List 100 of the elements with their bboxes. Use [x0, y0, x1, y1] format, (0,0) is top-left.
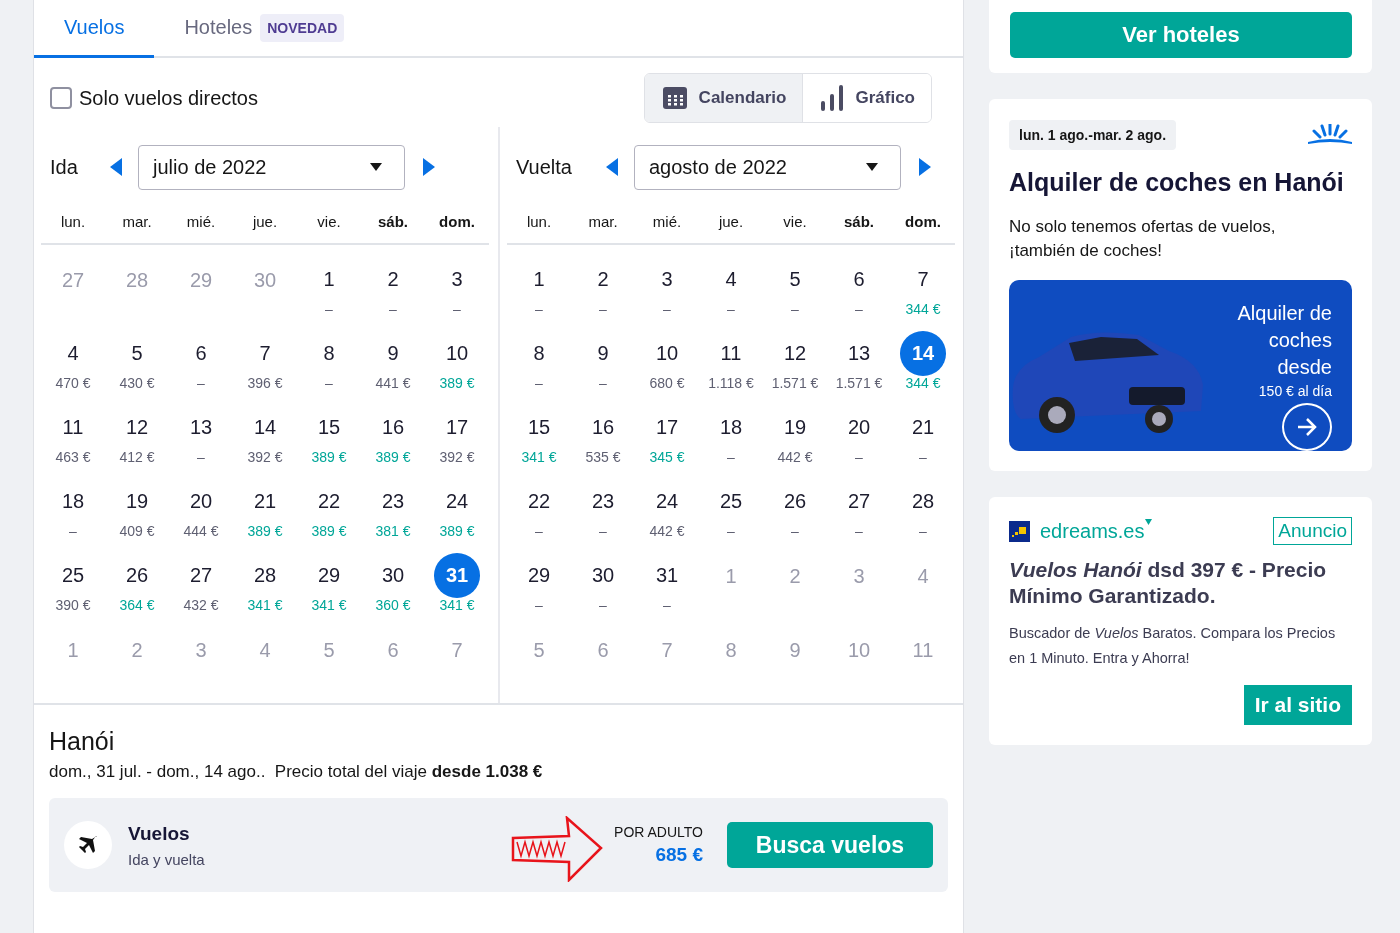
tab[interactable]: Vuelos	[34, 0, 155, 58]
calendar-day[interactable]: 28 341 €	[233, 541, 297, 615]
calendar-day[interactable]: 27 432 €	[169, 541, 233, 615]
calendar-day[interactable]: 23 381 €	[361, 467, 425, 541]
calendar-day[interactable]: 29 –	[507, 541, 571, 615]
calendar-day[interactable]: 2 –	[361, 245, 425, 319]
weekday-label: dom.	[891, 199, 955, 245]
calendar-day[interactable]: 7 344 €	[891, 245, 955, 319]
tab[interactable]: Hoteles NOVEDAD	[154, 0, 375, 58]
calendar-day[interactable]: 6 –	[827, 245, 891, 319]
weekday-label: dom.	[425, 199, 489, 245]
calendar-day[interactable]: 9 441 €	[361, 319, 425, 393]
calendar-day[interactable]: 17 392 €	[425, 393, 489, 467]
calendar-day[interactable]: 18 –	[699, 393, 763, 467]
weekday-label: lun.	[507, 199, 571, 245]
weekday-label: mar.	[105, 199, 169, 245]
view-toggle-button[interactable]: Gráfico	[802, 74, 931, 122]
calendar-day[interactable]: 22 389 €	[297, 467, 361, 541]
calendar-day[interactable]: 31 –	[635, 541, 699, 615]
calendar-day[interactable]: 10 389 €	[425, 319, 489, 393]
ad-title[interactable]: Vuelos Hanói dsd 397 € - Precio Mínimo Garantizado.	[1009, 557, 1352, 609]
month-dropdown[interactable]: julio de 2022	[138, 144, 405, 190]
calendar-day[interactable]: 16 535 €	[571, 393, 635, 467]
calendar-day[interactable]: 1 –	[297, 245, 361, 319]
calendar-day[interactable]: 28 –	[891, 467, 955, 541]
calendar-day[interactable]: 26 364 €	[105, 541, 169, 615]
calendar-day[interactable]: 1 –	[507, 245, 571, 319]
calendar-day[interactable]: 23 –	[571, 467, 635, 541]
direct-flights-checkbox[interactable]: Solo vuelos directos	[50, 86, 258, 110]
checkbox-icon[interactable]	[50, 87, 72, 109]
calendar-day[interactable]: 8 –	[507, 319, 571, 393]
calendar-day[interactable]: 11 463 €	[41, 393, 105, 467]
trip-type-label: Ida y vuelta	[128, 850, 206, 868]
calendar-day[interactable]: 8 –	[297, 319, 361, 393]
calendar-day[interactable]: 12 1.571 €	[763, 319, 827, 393]
calendar-day[interactable]: 6 –	[169, 319, 233, 393]
calendar-day[interactable]: 25 390 €	[41, 541, 105, 615]
caret-icon	[1144, 519, 1152, 525]
view-toggle-button[interactable]: Calendario	[644, 74, 803, 122]
calendar-day[interactable]: 30 –	[571, 541, 635, 615]
weekday-label: jue.	[233, 199, 297, 245]
date-range-tag: lun. 1 ago.-mar. 2 ago.	[1009, 120, 1177, 150]
calendar-day[interactable]: 5 –	[763, 245, 827, 319]
calendar-day[interactable]: 20 444 €	[169, 467, 233, 541]
car-rental-text: No solo tenemos ofertas de vuelos, ¡también de coches!	[1009, 216, 1277, 262]
calendar-icon	[662, 87, 687, 109]
calendar-day[interactable]: 26 –	[763, 467, 827, 541]
calendar-day[interactable]: 19 409 €	[105, 467, 169, 541]
calendar-day[interactable]: 12 412 €	[105, 393, 169, 467]
month-dropdown[interactable]: agosto de 2022	[634, 144, 901, 190]
weekday-label: sáb.	[361, 199, 425, 245]
airplane-icon	[64, 821, 112, 869]
calendar-day[interactable]: 5 430 €	[105, 319, 169, 393]
calendar-day[interactable]: 3 –	[425, 245, 489, 319]
dropdown-caret-icon	[370, 163, 382, 171]
calendar-day[interactable]: 2 –	[571, 245, 635, 319]
calendar-day[interactable]: 11 1.118 €	[699, 319, 763, 393]
per-adult-label: POR ADULTO	[614, 824, 703, 840]
calendar-day[interactable]: 13 1.571 €	[827, 319, 891, 393]
calendar-day[interactable]: 4 –	[699, 245, 763, 319]
calendar-day[interactable]: 18 –	[41, 467, 105, 541]
calendar-day[interactable]: 24 389 €	[425, 467, 489, 541]
calendar-day[interactable]: 17 345 €	[635, 393, 699, 467]
calendar-day[interactable]: 21 389 €	[233, 467, 297, 541]
calendar-day[interactable]: 20 –	[827, 393, 891, 467]
flight-price: 685 €	[654, 844, 703, 866]
calendar-day[interactable]: 25 –	[699, 467, 763, 541]
calendar-day[interactable]: 30 360 €	[361, 541, 425, 615]
calendar-day[interactable]: 4 470 €	[41, 319, 105, 393]
calendar-day[interactable]: 19 442 €	[763, 393, 827, 467]
calendar-day[interactable]: 9 –	[571, 319, 635, 393]
dropdown-caret-icon	[866, 163, 878, 171]
calendar-day[interactable]: 21 –	[891, 393, 955, 467]
calendar-day[interactable]: 24 442 €	[635, 467, 699, 541]
bar-chart-icon	[821, 85, 844, 111]
calendar-day[interactable]: 3 –	[635, 245, 699, 319]
sunrise-logo-icon	[1308, 124, 1352, 146]
calendar-day[interactable]: 14 392 €	[233, 393, 297, 467]
calendar-day[interactable]: 10 680 €	[635, 319, 699, 393]
car-rental-banner[interactable]: Alquiler de coches desde 150 € al día	[1009, 280, 1352, 451]
calendar-day[interactable]: 15 341 €	[507, 393, 571, 467]
calendar-day[interactable]: 31 341 €	[425, 541, 489, 615]
weekday-label: jue.	[699, 199, 763, 245]
site-logo-icon	[1009, 520, 1030, 542]
calendar-day[interactable]: 27 –	[827, 467, 891, 541]
calendar-day[interactable]: 15 389 €	[297, 393, 361, 467]
calendar-day[interactable]: 29 341 €	[297, 541, 361, 615]
promo-text: Alquiler de coches desde	[1236, 301, 1332, 380]
ad-label: Anuncio	[1273, 517, 1352, 545]
weekday-label: vie.	[297, 199, 361, 245]
calendar-day[interactable]: 16 389 €	[361, 393, 425, 467]
calendar-day[interactable]: 14 344 €	[891, 319, 955, 393]
car-rental-title: Alquiler de coches en Hanói	[1009, 168, 1345, 197]
calendar-day[interactable]: 13 –	[169, 393, 233, 467]
flights-title: Vuelos	[128, 822, 191, 845]
weekday-label: mié.	[169, 199, 233, 245]
arrow-right-icon	[1282, 403, 1332, 451]
ad-description: Buscador de Vuelos Baratos. Compara los Precios en 1 Minuto. Entra y Ahorra!	[1009, 624, 1337, 668]
calendar-day[interactable]: 7 396 €	[233, 319, 297, 393]
calendar-day[interactable]: 22 –	[507, 467, 571, 541]
